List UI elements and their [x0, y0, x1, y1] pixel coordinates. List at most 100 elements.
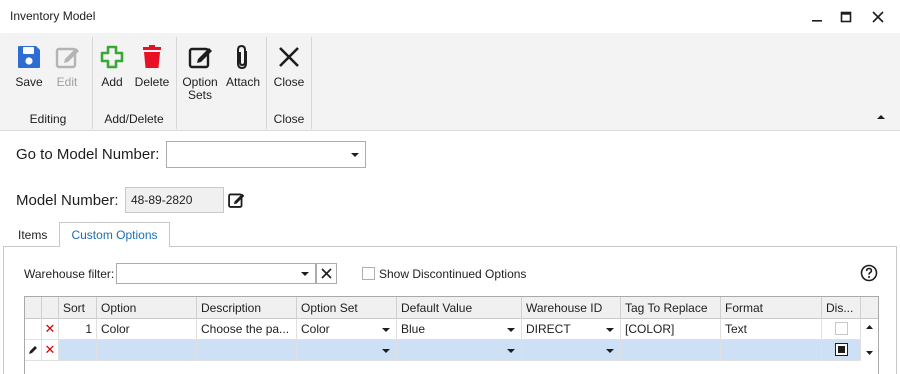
edit-button[interactable]: Edit: [51, 42, 83, 89]
column-header-warehouse-id[interactable]: Warehouse ID: [522, 297, 621, 319]
row-selector[interactable]: [25, 319, 42, 340]
tab-items[interactable]: Items: [18, 228, 47, 242]
cell-option[interactable]: Color: [97, 319, 197, 340]
show-discontinued-checkbox[interactable]: [362, 267, 375, 280]
delete-button[interactable]: Delete: [133, 42, 171, 89]
cell-warehouse-id-text: DIRECT: [526, 322, 571, 336]
table-row[interactable]: ✕ 1 Color Choose the pa... Color Blue DI…: [25, 319, 861, 340]
floppy-disk-icon: [14, 42, 44, 72]
close-ribbon-button[interactable]: Close: [272, 42, 306, 89]
edit-icon: [52, 42, 82, 72]
column-header-default-value[interactable]: Default Value: [397, 297, 522, 319]
cell-tag-to-replace[interactable]: [621, 340, 721, 361]
window-close-button[interactable]: [855, 0, 900, 33]
cell-default-value[interactable]: Blue: [397, 319, 522, 340]
model-number-field[interactable]: 48-89-2820: [125, 187, 224, 213]
discontinued-checkbox[interactable]: [835, 343, 848, 356]
delete-label: Delete: [134, 75, 170, 89]
cell-sort[interactable]: 1: [59, 319, 97, 340]
cell-default-value[interactable]: [397, 340, 522, 361]
close-icon: [872, 10, 884, 23]
column-header-format[interactable]: Format: [721, 297, 822, 319]
custom-options-grid: Sort Option Description Option Set Defau…: [24, 296, 879, 374]
grid-vertical-scrollbar[interactable]: [861, 319, 878, 374]
chevron-down-icon: [301, 271, 309, 276]
warehouse-filter-combo[interactable]: [116, 263, 316, 284]
row-selector[interactable]: [25, 340, 42, 361]
x-icon: [274, 42, 304, 72]
cell-format[interactable]: [721, 340, 822, 361]
cell-option[interactable]: [97, 340, 197, 361]
column-header-tag-to-replace[interactable]: Tag To Replace: [621, 297, 721, 319]
tab-join: [60, 245, 169, 247]
collapse-ribbon-button[interactable]: [874, 111, 888, 121]
cell-option-set[interactable]: [297, 340, 397, 361]
chevron-down-icon: [351, 152, 359, 157]
tab-custom-options[interactable]: Custom Options: [59, 222, 170, 247]
group-label-close: Close: [273, 112, 305, 126]
cell-sort[interactable]: [59, 340, 97, 361]
question-circle-icon: [860, 264, 878, 282]
help-button[interactable]: [859, 263, 879, 283]
column-header-description[interactable]: Description: [197, 297, 297, 319]
maximize-icon: [840, 11, 852, 22]
save-button[interactable]: Save: [13, 42, 45, 89]
model-number-label: Model Number:: [16, 192, 119, 209]
chevron-down-icon: [382, 328, 390, 332]
group-label-editing: Editing: [29, 112, 67, 126]
cell-option-set-value: Color: [301, 322, 330, 336]
cell-tag-to-replace[interactable]: [COLOR]: [621, 319, 721, 340]
discontinued-checkbox[interactable]: [835, 322, 848, 335]
grid-header: Sort Option Description Option Set Defau…: [25, 297, 878, 319]
cell-description[interactable]: Choose the pa...: [197, 319, 297, 340]
group-label-add-delete: Add/Delete: [104, 112, 164, 126]
goto-model-combo[interactable]: [166, 141, 366, 168]
edit-label: Edit: [56, 75, 78, 89]
chevron-up-icon: [877, 115, 885, 119]
attach-label: Attach: [225, 75, 261, 89]
cell-description[interactable]: [197, 340, 297, 361]
window-title: Inventory Model: [10, 9, 96, 23]
header-scroll-corner: [861, 297, 878, 319]
chevron-down-icon: [507, 349, 515, 353]
clear-warehouse-filter-button[interactable]: [316, 263, 337, 284]
add-label: Add: [101, 75, 123, 89]
option-sets-button[interactable]: Option Sets: [180, 42, 220, 102]
edit-icon: [228, 193, 245, 208]
group-separator: [266, 37, 267, 129]
cell-default-value-text: Blue: [401, 322, 426, 336]
column-header-option-set[interactable]: Option Set: [297, 297, 397, 319]
minimize-icon: [812, 19, 822, 22]
option-sets-label-line2: Sets: [187, 88, 212, 102]
group-separator: [176, 37, 177, 129]
cell-option-set[interactable]: Color: [297, 319, 397, 340]
header-delete: [42, 297, 59, 319]
warehouse-filter-label: Warehouse filter:: [24, 267, 115, 281]
attach-button[interactable]: Attach: [224, 42, 262, 89]
delete-row-button[interactable]: ✕: [42, 340, 59, 361]
header-selector: [25, 297, 42, 319]
cell-discontinued[interactable]: [822, 340, 861, 361]
scroll-arrows-icon: [866, 325, 873, 355]
edit-model-button[interactable]: [224, 188, 248, 212]
group-separator: [311, 37, 312, 129]
column-header-discontinued[interactable]: Dis...: [822, 297, 861, 319]
show-discontinued-label: Show Discontinued Options: [379, 267, 527, 281]
delete-row-button[interactable]: ✕: [42, 319, 59, 340]
close-label: Close: [273, 75, 305, 89]
clear-icon: [321, 268, 332, 279]
trash-icon: [137, 42, 167, 72]
plus-icon: [97, 42, 127, 72]
new-row[interactable]: ✕: [25, 340, 861, 361]
cell-warehouse-id[interactable]: DIRECT: [522, 319, 621, 340]
pencil-box-icon: [185, 42, 215, 72]
cell-discontinued[interactable]: [822, 319, 861, 340]
column-header-sort[interactable]: Sort: [59, 297, 97, 319]
column-header-option[interactable]: Option: [97, 297, 197, 319]
title-bar: Inventory Model: [0, 0, 900, 33]
paperclip-icon: [228, 42, 258, 72]
save-label: Save: [15, 75, 43, 89]
cell-format[interactable]: Text: [721, 319, 822, 340]
add-button[interactable]: Add: [97, 42, 127, 89]
cell-warehouse-id[interactable]: [522, 340, 621, 361]
